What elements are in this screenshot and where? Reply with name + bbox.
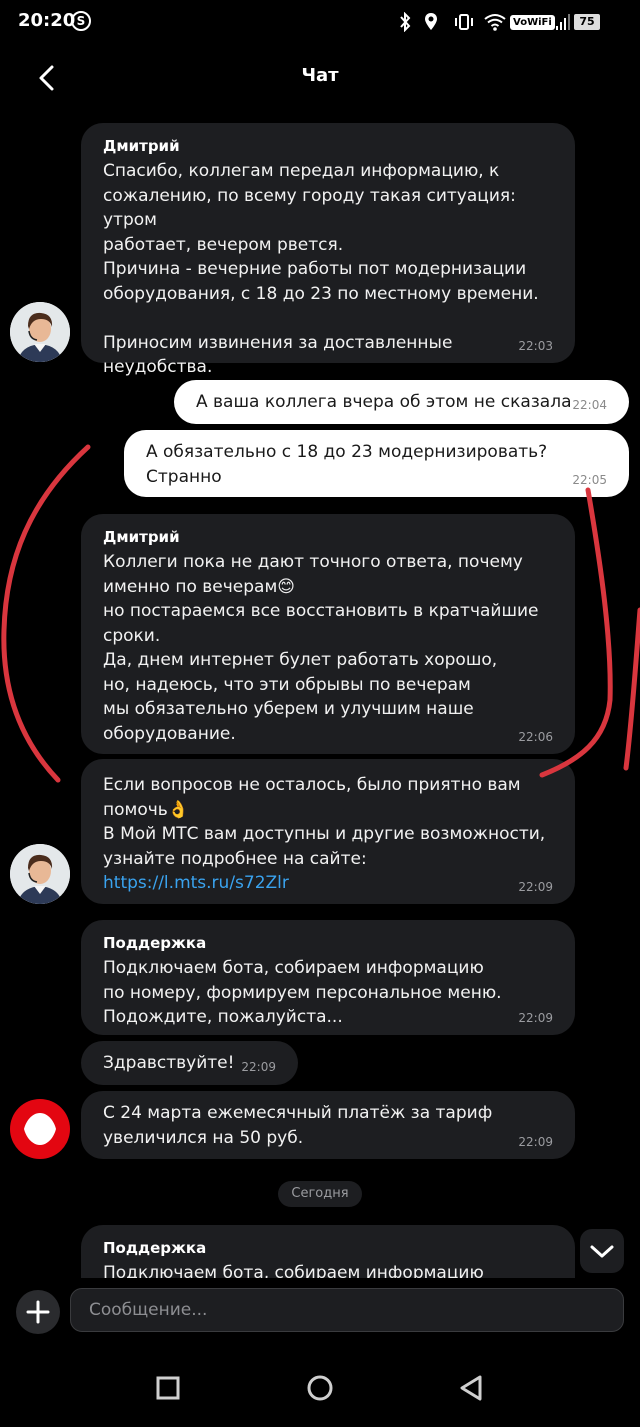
message-input-wrapper (70, 1288, 624, 1332)
annotation-left-curve (1, 444, 91, 783)
back-nav-button[interactable] (454, 1370, 490, 1406)
message-text: Подключаем бота, собираем информацию по … (103, 958, 502, 1027)
mts-logo-icon (24, 1113, 56, 1145)
vowifi-badge: VoWiFi (510, 15, 555, 30)
message-time: 22:09 (241, 1060, 276, 1074)
page-title: Чат (301, 65, 339, 86)
message-text: Подключаем бота, собираем информацию (103, 1263, 484, 1278)
attach-button[interactable] (16, 1290, 60, 1334)
message-text: Коллеги пока не дают точного ответа, поч… (103, 552, 539, 744)
operator-avatar (10, 302, 70, 362)
message-outgoing[interactable]: А обязательно с 18 до 23 модернизировать… (124, 430, 629, 497)
message-time: 22:09 (518, 880, 553, 894)
scroll-to-bottom-button[interactable] (580, 1229, 624, 1273)
wifi-icon (484, 14, 506, 31)
message-sender: Дмитрий (103, 528, 180, 546)
date-separator: Сегодня (278, 1181, 362, 1207)
message-outgoing[interactable]: А ваша коллега вчера об этом не сказала … (174, 380, 629, 424)
operator-portrait-icon (10, 844, 70, 904)
message-link[interactable]: https://l.mts.ru/s72Zlr (103, 873, 289, 893)
message-time: 22:03 (518, 339, 553, 353)
message-incoming[interactable]: Поддержка Подключаем бота, собираем инфо… (81, 920, 575, 1035)
skype-icon: S (71, 11, 91, 31)
message-text: А ваша коллега вчера об этом не сказала (196, 392, 572, 412)
system-navigation-bar (0, 1348, 640, 1427)
message-sender: Поддержка (103, 934, 207, 952)
message-input[interactable] (89, 1289, 605, 1331)
message-time: 22:04 (572, 398, 607, 412)
message-sender: Дмитрий (103, 137, 180, 155)
message-text: Если вопросов не осталось, было приятно … (103, 773, 553, 896)
signal-icon (556, 14, 570, 30)
message-time: 22:05 (572, 473, 607, 487)
recent-apps-button[interactable] (150, 1370, 186, 1406)
battery-indicator: 75 (574, 14, 600, 30)
message-text: С 24 марта ежемесячный платёж за тариф у… (103, 1103, 493, 1148)
message-incoming[interactable]: С 24 марта ежемесячный платёж за тариф у… (81, 1091, 575, 1159)
message-text-part: Если вопросов не осталось, было приятно … (103, 775, 546, 869)
operator-avatar (10, 844, 70, 904)
message-incoming[interactable]: Здравствуйте! 22:09 (81, 1041, 298, 1085)
home-button[interactable] (302, 1370, 338, 1406)
message-composer (0, 1278, 640, 1348)
message-text: Спасибо, коллегам передал информацию, к … (103, 161, 539, 377)
plus-icon (26, 1300, 50, 1324)
status-bar: 20:20 S VoWiFi 75 (0, 0, 640, 44)
message-time: 22:06 (518, 730, 553, 744)
vibrate-icon (455, 14, 473, 30)
message-time: 22:09 (518, 1011, 553, 1025)
message-incoming[interactable]: Поддержка Подключаем бота, собираем инфо… (81, 1225, 575, 1278)
message-sender: Поддержка (103, 1239, 207, 1257)
message-text: А обязательно с 18 до 23 модернизировать… (146, 442, 548, 487)
bluetooth-icon (400, 12, 411, 32)
chat-header: Чат (0, 48, 640, 104)
message-incoming[interactable]: Если вопросов не осталось, было приятно … (81, 759, 575, 904)
message-incoming[interactable]: Дмитрий Спасибо, коллегам передал информ… (81, 123, 575, 377)
chevron-down-icon (590, 1245, 614, 1258)
location-icon (425, 13, 437, 30)
message-time: 22:09 (518, 1135, 553, 1149)
status-time: 20:20 (18, 10, 76, 31)
operator-portrait-icon (10, 302, 70, 362)
message-incoming[interactable]: Дмитрий Коллеги пока не дают точного отв… (81, 514, 575, 754)
annotation-edge-stroke (623, 607, 640, 771)
status-icons: VoWiFi 75 (400, 12, 604, 32)
mts-avatar (10, 1099, 70, 1159)
